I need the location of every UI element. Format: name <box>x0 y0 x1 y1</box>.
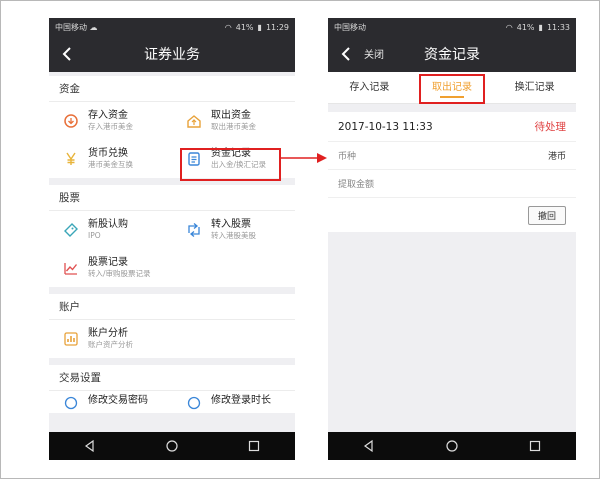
timer-icon <box>187 396 201 410</box>
time-label: 11:29 <box>265 22 289 32</box>
tab-exchange-records[interactable]: 换汇记录 <box>493 72 576 103</box>
highlight-box-fund-records <box>180 148 281 181</box>
menu-item-stock-records[interactable]: 股票记录 转入/审购股票记录 <box>49 249 172 287</box>
title-bar: 关闭 资金记录 <box>328 36 576 72</box>
ticket-icon <box>64 223 78 237</box>
item-title: 账户分析 <box>88 328 128 339</box>
item-desc: 取出港币美金 <box>211 122 256 131</box>
tab-label: 换汇记录 <box>514 82 555 93</box>
wifi-icon: ◠ <box>224 22 232 32</box>
deposit-icon <box>64 114 78 128</box>
currency-label: 币种 <box>338 152 357 162</box>
record-datetime: 2017-10-13 11:33 <box>338 120 433 133</box>
record-header-row: 2017-10-13 11:33 待处理 <box>328 112 576 142</box>
menu-item-account-analysis[interactable]: 账户分析 账户资产分析 <box>49 320 172 358</box>
nav-recents-icon[interactable] <box>528 439 542 453</box>
analysis-icon <box>64 332 78 346</box>
battery-icon: ▮ <box>257 22 262 32</box>
item-title: 新股认购 <box>88 219 128 230</box>
section-trade-settings: 交易设置 修改交易密码 修改登录时长 <box>49 365 295 413</box>
item-title: 修改登录时长 <box>211 395 271 406</box>
arrow-annotation-icon <box>281 153 327 163</box>
menu-item-change-login-duration[interactable]: 修改登录时长 <box>172 391 295 413</box>
time-label: 11:33 <box>546 22 570 32</box>
section-heading: 股票 <box>49 185 295 211</box>
back-arrow-icon[interactable] <box>338 45 356 63</box>
nav-back-icon[interactable] <box>83 439 97 453</box>
tab-label: 存入记录 <box>349 82 390 93</box>
withdraw-icon <box>187 115 201 128</box>
record-amount-row: 提取金额 <box>328 170 576 198</box>
item-title: 转入股票 <box>211 219 251 230</box>
nav-home-icon[interactable] <box>445 439 459 453</box>
menu-item-deposit-funds[interactable]: 存入资金 存入港币美金 <box>49 102 172 140</box>
section-heading: 交易设置 <box>49 365 295 391</box>
nav-recents-icon[interactable] <box>247 439 261 453</box>
record-currency-row: 币种 港币 <box>328 142 576 170</box>
section-heading: 资金 <box>49 76 295 102</box>
page-title: 证券业务 <box>144 47 200 63</box>
menu-item-withdraw-funds[interactable]: 取出资金 取出港币美金 <box>172 102 295 140</box>
item-desc: 转入港股美股 <box>211 231 256 240</box>
battery-icon: ▮ <box>538 22 543 32</box>
item-desc: 存入港币美金 <box>88 122 133 131</box>
nav-home-icon[interactable] <box>165 439 179 453</box>
battery-label: 41% <box>235 22 254 32</box>
back-arrow-icon[interactable] <box>59 45 77 63</box>
status-bar: 中国移动 ◠ 41% ▮ 11:33 <box>328 18 576 36</box>
page-title: 资金记录 <box>424 47 480 63</box>
currency-value: 港币 <box>547 152 566 162</box>
item-title: 存入资金 <box>88 110 128 121</box>
item-title: 取出资金 <box>211 110 251 121</box>
android-nav-bar <box>49 432 295 460</box>
menu-item-transfer-stocks[interactable]: 转入股票 转入港股美股 <box>172 211 295 249</box>
carrier-label: 中国移动 ☁ <box>55 22 98 32</box>
item-desc: 账户资产分析 <box>88 340 133 349</box>
nav-back-icon[interactable] <box>362 439 376 453</box>
item-title: 货币兑换 <box>88 148 128 159</box>
item-desc: 转入/审购股票记录 <box>88 269 151 278</box>
item-title: 修改交易密码 <box>88 395 148 406</box>
transfer-icon <box>188 223 200 237</box>
carrier-label: 中国移动 <box>334 22 366 32</box>
android-nav-bar <box>328 432 576 460</box>
screenshot-frame: 中国移动 ☁ ◠ 41% ▮ 11:29 证券业务 资金 存入资金存入港币美金 <box>0 0 600 479</box>
record-card: 2017-10-13 11:33 待处理 币种 港币 提取金额 撤回 <box>328 112 576 232</box>
highlight-box-withdraw-tab <box>419 74 485 104</box>
record-actions: 撤回 <box>328 198 576 232</box>
amount-label: 提取金额 <box>338 180 375 190</box>
item-title: 股票记录 <box>88 257 128 268</box>
phone-securities-services: 中国移动 ☁ ◠ 41% ▮ 11:29 证券业务 资金 存入资金存入港币美金 <box>49 18 295 460</box>
revoke-button[interactable]: 撤回 <box>527 205 566 225</box>
status-bar: 中国移动 ☁ ◠ 41% ▮ 11:29 <box>49 18 295 36</box>
menu-item-change-trade-password[interactable]: 修改交易密码 <box>49 391 172 413</box>
item-desc: IPO <box>88 231 101 240</box>
menu-item-currency-exchange[interactable]: 货币兑换 港币美金互换 <box>49 140 172 178</box>
tab-deposit-records[interactable]: 存入记录 <box>328 72 411 103</box>
battery-label: 41% <box>516 22 535 32</box>
item-desc: 港币美金互换 <box>88 160 133 169</box>
stock-chart-icon <box>64 263 78 275</box>
section-heading: 账户 <box>49 294 295 320</box>
status-badge: 待处理 <box>534 121 567 133</box>
close-link[interactable]: 关闭 <box>364 46 384 61</box>
password-icon <box>64 396 78 410</box>
yen-icon <box>66 152 76 165</box>
wifi-icon: ◠ <box>505 22 513 32</box>
section-stocks: 股票 新股认购 IPO 转入股票 转入港股美股 股票记录 转入/审购股票记录 <box>49 185 295 287</box>
title-bar: 证券业务 <box>49 36 295 72</box>
menu-item-ipo-subscription[interactable]: 新股认购 IPO <box>49 211 172 249</box>
section-account: 账户 账户分析 账户资产分析 <box>49 294 295 358</box>
